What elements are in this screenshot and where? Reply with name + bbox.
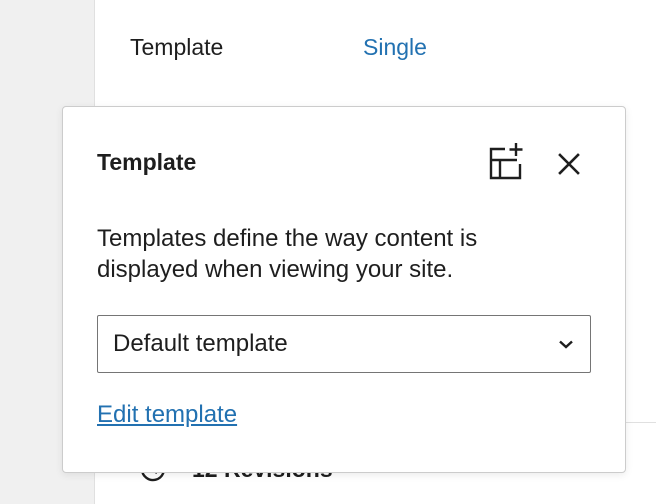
popover-title: Template: [97, 149, 197, 175]
popover-description: Templates define the way content is disp…: [97, 225, 478, 283]
template-summary-label: Template: [130, 33, 224, 60]
add-template-icon: [485, 143, 525, 183]
template-summary-row: Template Single: [130, 30, 427, 64]
close-icon: [557, 152, 581, 176]
template-summary-value-button[interactable]: Single: [363, 34, 427, 61]
template-select-value: Default template: [113, 330, 288, 357]
add-template-button[interactable]: [485, 143, 525, 183]
template-select[interactable]: Default template: [97, 315, 591, 373]
edit-template-link[interactable]: Edit template: [97, 401, 237, 429]
close-button[interactable]: [549, 144, 589, 184]
chevron-down-icon: [556, 334, 576, 354]
template-popover: Template Templates define the way conten…: [62, 106, 626, 473]
